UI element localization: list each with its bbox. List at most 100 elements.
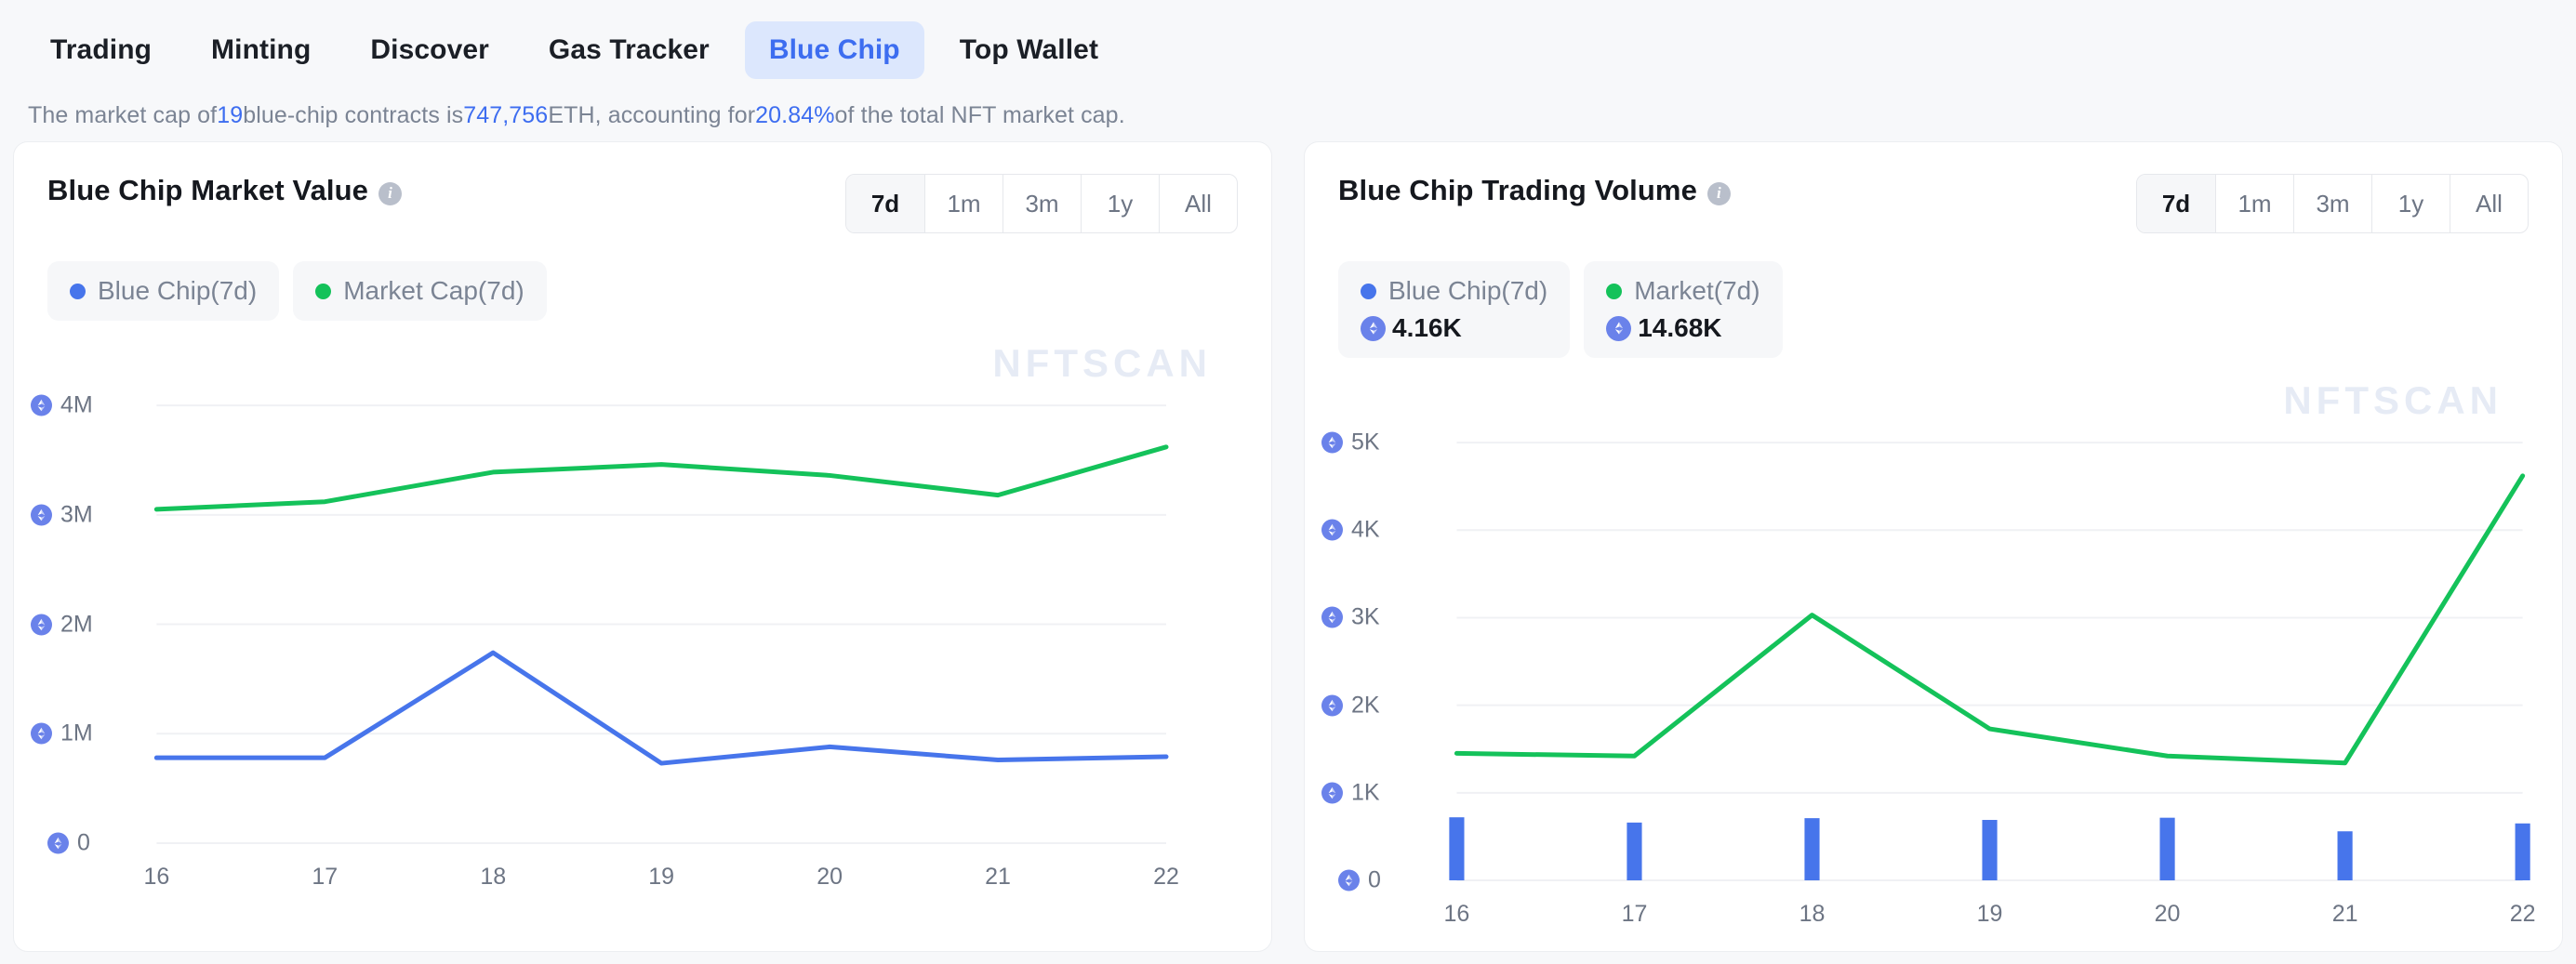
card-blue-chip-market-value: Blue Chip Market Value i 7d 1m 3m 1y All… [13, 141, 1272, 952]
y-tick-label: 4M [60, 391, 93, 418]
card-header-left: Blue Chip Market Value i 7d 1m 3m 1y All [14, 142, 1271, 233]
x-tick-label: 21 [2331, 901, 2358, 927]
summary-share-percent: 20.84% [755, 101, 835, 128]
x-tick-label: 21 [985, 864, 1011, 890]
x-tick-label: 19 [1976, 901, 2003, 927]
eth-icon [31, 614, 52, 636]
chart-market-value: NFTSCAN 0 1M 2M 3M 4M 16 17 18 19 20 21 22 [14, 337, 1271, 932]
eth-icon [47, 832, 69, 854]
eth-icon [1606, 315, 1632, 341]
x-tick-label: 22 [2509, 901, 2536, 927]
y-tick: 3M [31, 501, 93, 528]
watermark-nftscan: NFTSCAN [2283, 378, 2503, 422]
range-btn-7d[interactable]: 7d [2137, 175, 2215, 232]
chart-market-value-svg [153, 404, 1169, 844]
range-btn-3m[interactable]: 3m [1003, 175, 1081, 232]
x-tick-label: 22 [1153, 864, 1179, 890]
y-tick-label: 2M [60, 611, 93, 638]
nav-item-trading[interactable]: Trading [26, 21, 176, 79]
main-nav: Trading Minting Discover Gas Tracker Blu… [0, 0, 2576, 89]
card-header-right: Blue Chip Trading Volume i 7d 1m 3m 1y A… [1305, 142, 2562, 233]
nav-item-minting[interactable]: Minting [187, 21, 335, 79]
x-tick-label: 16 [1443, 901, 1470, 927]
y-tick: 2M [31, 611, 93, 638]
legend-chip-market[interactable]: Market(7d) 14.68K [1584, 261, 1783, 358]
eth-icon [1321, 431, 1343, 454]
y-tick: 0 [47, 830, 90, 857]
range-btn-all[interactable]: All [2450, 175, 2528, 232]
x-tick-label: 16 [143, 864, 170, 890]
x-tick-label: 20 [2154, 901, 2181, 927]
x-tick-label: 18 [1799, 901, 1826, 927]
y-tick: 1M [31, 720, 93, 747]
legend-dot-blue-icon [1361, 283, 1376, 299]
x-tick-label: 17 [1621, 901, 1648, 927]
range-btn-3m[interactable]: 3m [2293, 175, 2371, 232]
y-tick-label: 3M [60, 501, 93, 528]
nav-item-discover[interactable]: Discover [346, 21, 513, 79]
range-btn-1y[interactable]: 1y [1081, 175, 1159, 232]
x-tick-label: 19 [648, 864, 675, 890]
range-btn-1m[interactable]: 1m [2215, 175, 2293, 232]
x-tick-label: 20 [817, 864, 843, 890]
range-selector-trading-volume[interactable]: 7d 1m 3m 1y All [2136, 174, 2529, 233]
y-tick-label: 1M [60, 720, 93, 746]
range-btn-7d[interactable]: 7d [846, 175, 924, 232]
y-tick-label: 3K [1351, 603, 1380, 630]
legend-label-market: Market(7d) [1634, 276, 1760, 305]
y-tick-label: 5K [1351, 429, 1380, 456]
y-tick: 3K [1321, 604, 1380, 631]
legend-trading-volume: Blue Chip(7d) 4.16K Market(7d) 14.68K [1305, 233, 2562, 358]
legend-value-text: 4.16K [1392, 313, 1462, 342]
card-title-text: Blue Chip Trading Volume [1338, 174, 1697, 206]
eth-icon [31, 722, 52, 745]
eth-icon [1321, 782, 1343, 804]
y-tick-label: 0 [77, 829, 90, 856]
range-btn-1y[interactable]: 1y [2371, 175, 2450, 232]
legend-dot-green-icon [1606, 283, 1623, 299]
watermark-nftscan: NFTSCAN [992, 341, 1212, 385]
legend-chip-blue-chip[interactable]: Blue Chip(7d) 4.16K [1338, 261, 1571, 358]
y-tick-label: 1K [1351, 779, 1380, 806]
y-tick: 1K [1321, 779, 1380, 806]
market-cap-summary: The market cap of 19 blue-chip contracts… [0, 89, 2576, 141]
eth-icon [1321, 606, 1343, 628]
legend-value-text: 14.68K [1638, 313, 1722, 342]
legend-dot-green-icon [315, 283, 332, 299]
eth-icon [31, 394, 52, 416]
eth-icon [1338, 869, 1360, 891]
summary-text-1: The market cap of [28, 101, 218, 128]
nav-item-top-wallet[interactable]: Top Wallet [936, 21, 1122, 79]
nav-item-blue-chip[interactable]: Blue Chip [744, 21, 924, 79]
summary-text-4: of the total NFT market cap. [834, 101, 1125, 128]
eth-icon [31, 504, 52, 526]
summary-contract-count: 19 [217, 101, 244, 128]
y-tick: 5K [1321, 429, 1380, 456]
nav-item-gas-tracker[interactable]: Gas Tracker [524, 21, 734, 79]
legend-label-market-cap: Market Cap(7d) [343, 276, 524, 305]
info-icon[interactable]: i [1706, 181, 1731, 205]
legend-chip-market-cap[interactable]: Market Cap(7d) [293, 261, 547, 321]
x-tick-label: 18 [480, 864, 507, 890]
chart-trading-volume-svg [1449, 442, 2530, 881]
legend-value-blue-chip: 4.16K [1361, 313, 1547, 343]
legend-value-market: 14.68K [1606, 313, 1759, 343]
summary-market-cap-eth: 747,756 [463, 101, 549, 128]
range-btn-1m[interactable]: 1m [924, 175, 1003, 232]
charts-row: Blue Chip Market Value i 7d 1m 3m 1y All… [0, 141, 2576, 952]
y-tick: 2K [1321, 692, 1380, 719]
summary-text-2: blue-chip contracts is [243, 101, 464, 128]
info-icon[interactable]: i [378, 181, 403, 205]
y-tick: 4K [1321, 517, 1380, 544]
y-tick-label: 2K [1351, 692, 1380, 719]
y-tick-label: 0 [1368, 866, 1381, 893]
y-tick: 0 [1338, 867, 1381, 894]
range-btn-all[interactable]: All [1159, 175, 1237, 232]
eth-icon [1361, 315, 1386, 341]
legend-chip-blue-chip[interactable]: Blue Chip(7d) [47, 261, 280, 321]
card-blue-chip-trading-volume: Blue Chip Trading Volume i 7d 1m 3m 1y A… [1304, 141, 2563, 952]
legend-label-blue-chip: Blue Chip(7d) [1388, 276, 1548, 305]
range-selector-market-value[interactable]: 7d 1m 3m 1y All [845, 174, 1238, 233]
legend-label-blue-chip: Blue Chip(7d) [98, 276, 258, 305]
legend-market-value: Blue Chip(7d) Market Cap(7d) [14, 233, 1271, 321]
